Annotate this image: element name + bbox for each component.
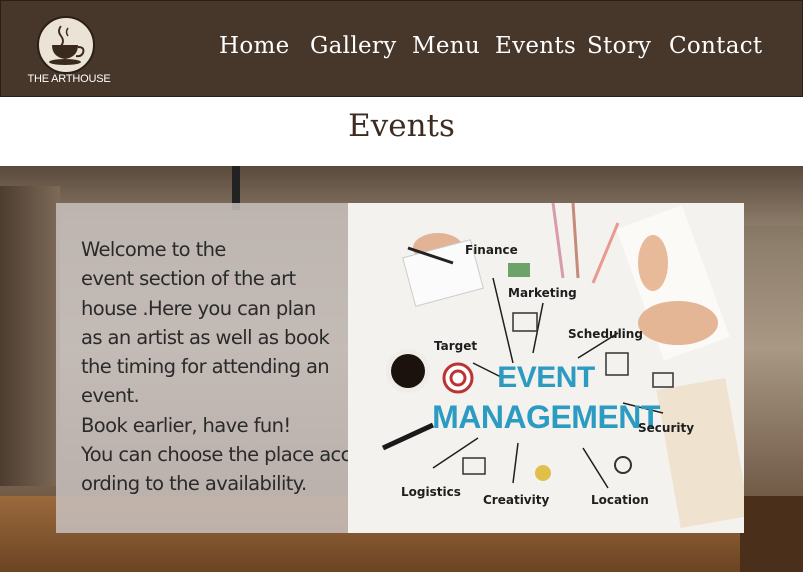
label-finance: Finance [465, 243, 518, 257]
label-target: Target [434, 339, 478, 353]
intro-line: You can choose the place acc [81, 443, 351, 467]
intro-line: Book earlier, have fun! [81, 413, 291, 437]
coffee-cup-icon [37, 16, 95, 74]
intro-line: the timing for attending an [81, 355, 330, 379]
label-logistics: Logistics [401, 485, 461, 499]
event-management-image: EVENT MANAGEMENT Finance Marketing Sched… [348, 203, 744, 533]
nav-home[interactable]: Home [219, 33, 290, 59]
label-marketing: Marketing [508, 286, 577, 300]
chair [740, 496, 803, 572]
label-security: Security [638, 421, 695, 435]
site-header: THE ARTHOUSE Home Gallery Menu Events St… [0, 0, 803, 97]
label-location: Location [591, 493, 649, 507]
nav-contact[interactable]: Contact [669, 33, 762, 59]
nav-gallery[interactable]: Gallery [310, 33, 397, 59]
wall [0, 186, 60, 486]
intro-panel: Welcome to the event section of the art … [56, 203, 351, 533]
intro-text: Welcome to the event section of the art … [81, 235, 351, 499]
label-scheduling: Scheduling [568, 327, 643, 341]
hero-background: Welcome to the event section of the art … [0, 166, 803, 572]
nav-story[interactable]: Story [587, 33, 651, 59]
page-title: Events [348, 108, 455, 144]
label-creativity: Creativity [483, 493, 550, 507]
intro-line: as an artist as well as book [81, 325, 330, 349]
brand-logo[interactable]: THE ARTHOUSE [27, 11, 111, 89]
intro-line: Welcome to the [81, 238, 226, 261]
nav-menu[interactable]: Menu [412, 33, 480, 59]
intro-line: house .Here you can plan [81, 296, 316, 320]
intro-line: event. [81, 384, 140, 408]
brand-name: THE ARTHOUSE [27, 73, 111, 85]
intro-line: ording to the availability. [81, 472, 307, 496]
nav-events[interactable]: Events [495, 33, 576, 59]
intro-line: event section of the art [81, 267, 296, 291]
event-title-line1: EVENT [497, 361, 595, 394]
